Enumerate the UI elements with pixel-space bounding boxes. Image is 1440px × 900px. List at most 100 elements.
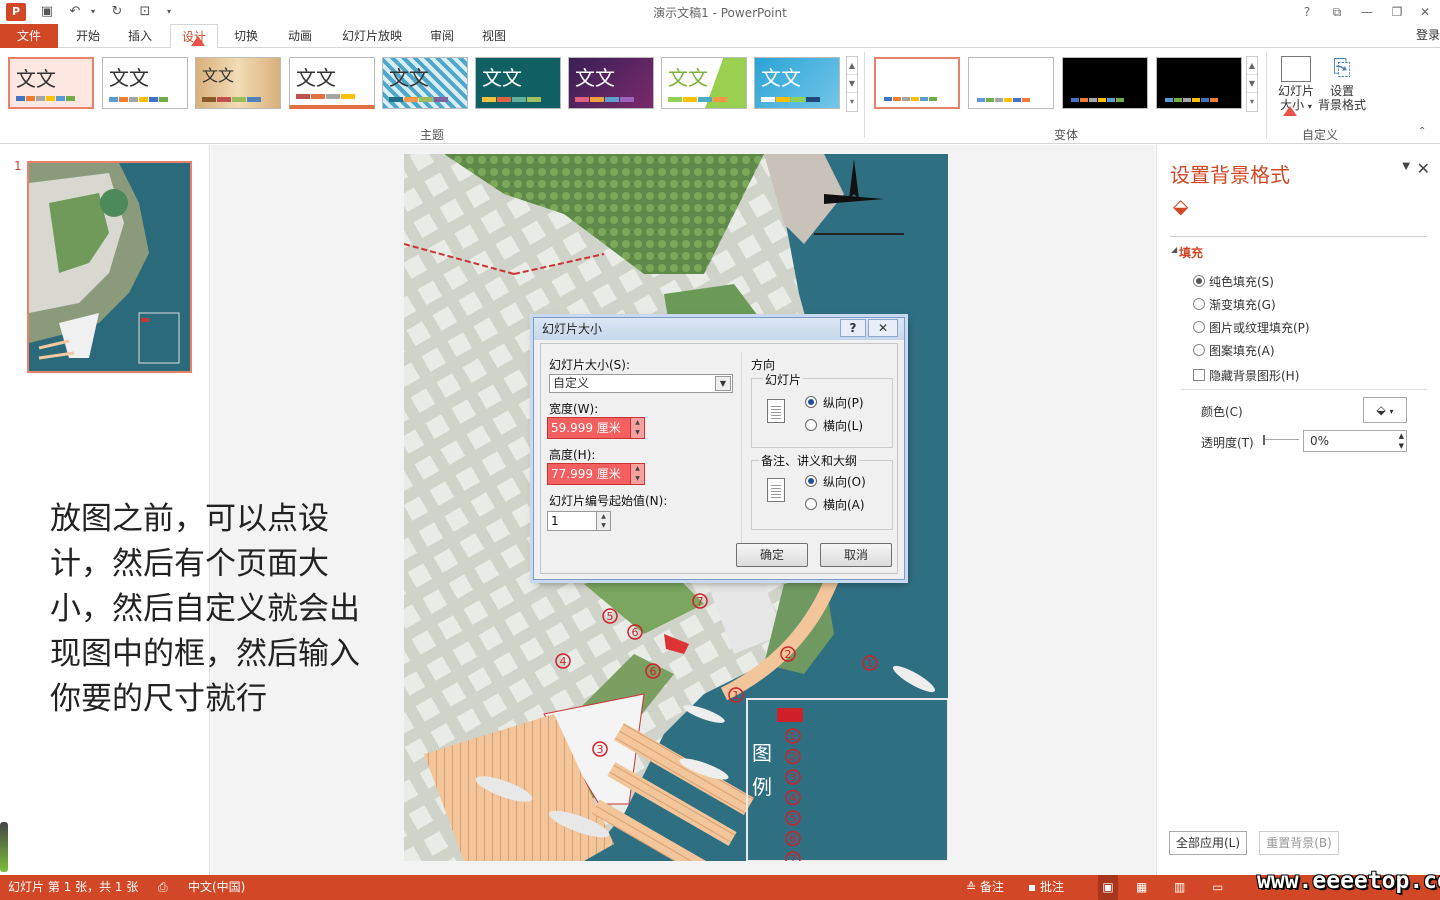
- variants-gallery-scroll[interactable]: ▲ ▼ ▾: [1246, 56, 1258, 112]
- tab-view[interactable]: 视图: [472, 24, 516, 48]
- legend-number-7: 7: [790, 853, 797, 861]
- pane-options-icon[interactable]: ▼: [1402, 161, 1410, 172]
- normal-view-icon[interactable]: ▣: [1098, 875, 1118, 900]
- transparency-stepper-icon[interactable]: ▲ ▼: [1399, 431, 1404, 451]
- slides-landscape-radio[interactable]: 横向(L): [805, 417, 863, 434]
- fill-section-header[interactable]: 填充: [1179, 244, 1203, 261]
- slide-thumbnail[interactable]: [27, 161, 192, 373]
- slide-size-pointer-arrow: [1283, 106, 1297, 116]
- width-label: 宽度(W):: [549, 402, 599, 416]
- theme-3[interactable]: 文文: [195, 57, 281, 109]
- variant-4[interactable]: [1156, 57, 1242, 109]
- width-input[interactable]: 59.999 厘米 ▲ ▼: [547, 417, 645, 439]
- language-status[interactable]: 中文(中国): [188, 875, 245, 900]
- cancel-button[interactable]: 取消: [820, 543, 892, 567]
- picture-fill-radio[interactable]: 图片或纹理填充(P): [1193, 319, 1310, 336]
- tab-transitions[interactable]: 切换: [224, 24, 268, 48]
- notes-landscape-radio[interactable]: 横向(A): [805, 496, 865, 513]
- slide-size-select[interactable]: 自定义 ▼: [549, 374, 733, 393]
- format-background-button[interactable]: ⎘ 设置 背景格式: [1316, 54, 1368, 122]
- transparency-input[interactable]: 0% ▲ ▼: [1303, 430, 1407, 452]
- status-bar: 幻灯片 第 1 张，共 1 张 ⎙ 中文(中国) ≙ 备注 ▪ 批注 ▣ ▦ ▥…: [0, 875, 1440, 900]
- reading-view-icon[interactable]: ▥: [1174, 875, 1185, 900]
- paint-bucket-icon: ⬙: [1376, 403, 1386, 417]
- legend-number-1: 1: [790, 730, 797, 743]
- start-number-value: 1: [551, 514, 559, 528]
- themes-gallery-scroll[interactable]: ▲ ▼ ▾: [846, 56, 858, 112]
- map-marker-3: 3: [597, 743, 604, 756]
- comments-label: 批注: [1039, 880, 1064, 894]
- theme-office[interactable]: 文文: [8, 57, 94, 109]
- spell-check-icon[interactable]: ⎙: [158, 875, 168, 900]
- minimize-icon[interactable]: —: [1356, 2, 1378, 22]
- theme-6[interactable]: 文文: [475, 57, 561, 109]
- variant-2[interactable]: [968, 57, 1054, 109]
- tab-insert[interactable]: 插入: [118, 24, 162, 48]
- apply-to-all-button[interactable]: 全部应用(L): [1169, 831, 1247, 855]
- slides-portrait-radio[interactable]: 纵向(P): [805, 394, 864, 411]
- help-button[interactable]: ?: [1296, 2, 1318, 22]
- solid-fill-radio[interactable]: 纯色填充(S): [1193, 273, 1274, 290]
- gradient-fill-radio[interactable]: 渐变填充(G): [1193, 296, 1276, 313]
- variant-3[interactable]: [1062, 57, 1148, 109]
- theme-preview-text: 文文: [761, 66, 801, 90]
- dialog-close-icon[interactable]: ✕: [868, 319, 898, 337]
- collapse-triangle-icon[interactable]: ◢: [1171, 245, 1177, 254]
- notes-icon: ≙: [966, 880, 977, 894]
- themes-group-label: 主题: [420, 128, 445, 142]
- close-window-icon[interactable]: ✕: [1414, 2, 1436, 22]
- restore-icon[interactable]: ❐: [1386, 2, 1408, 22]
- ribbon-display-icon[interactable]: ⧉: [1326, 2, 1348, 22]
- theme-7[interactable]: 文文: [568, 57, 654, 109]
- reset-background-button[interactable]: 重置背景(B): [1259, 831, 1339, 855]
- start-number-stepper-icon[interactable]: ▲ ▼: [596, 512, 610, 530]
- transparency-slider[interactable]: [1263, 435, 1299, 445]
- tab-review[interactable]: 审阅: [420, 24, 464, 48]
- theme-8[interactable]: 文文: [661, 57, 747, 109]
- tab-file[interactable]: 文件: [0, 24, 58, 48]
- collapse-ribbon-icon[interactable]: ⌃: [1418, 126, 1426, 137]
- variant-1[interactable]: [874, 57, 960, 109]
- chevron-down-icon[interactable]: ▼: [715, 376, 731, 391]
- ok-button[interactable]: 确定: [736, 543, 808, 567]
- pane-close-icon[interactable]: ✕: [1417, 159, 1430, 178]
- pattern-fill-radio[interactable]: 图案填充(A): [1193, 342, 1275, 359]
- sign-in-link[interactable]: 登录: [1416, 26, 1440, 43]
- theme-4[interactable]: 文文: [289, 57, 375, 109]
- start-number-input[interactable]: 1 ▲ ▼: [547, 511, 611, 531]
- tab-animations[interactable]: 动画: [276, 24, 324, 48]
- tab-home[interactable]: 开始: [66, 24, 110, 48]
- scroll-indicator[interactable]: [0, 822, 8, 872]
- tutorial-note-text: 放图之前，可以点设计，然后有个页面大小，然后自定义就会出现图中的框，然后输入你要…: [50, 501, 360, 717]
- slide-size-label: 幻灯片大小(S):: [549, 358, 631, 372]
- notes-toggle[interactable]: ≙ 备注: [966, 875, 1004, 900]
- theme-9[interactable]: 文文: [754, 57, 840, 109]
- color-label: 颜色(C): [1201, 405, 1243, 419]
- theme-preview-text: 文文: [296, 66, 336, 90]
- ribbon-tabs: 文件 开始 插入 设计 切换 动画 幻灯片放映 审阅 视图 登录: [0, 24, 1440, 49]
- slide-sorter-icon[interactable]: ▦: [1136, 875, 1147, 900]
- paint-bucket-icon[interactable]: ⬙: [1173, 194, 1199, 218]
- theme-2[interactable]: 文文: [102, 57, 188, 109]
- notes-group-label: 备注、讲义和大纲: [759, 452, 860, 469]
- height-input[interactable]: 77.999 厘米 ▲ ▼: [547, 463, 645, 485]
- map-marker-6: 6: [632, 626, 639, 639]
- format-background-label-2: 背景格式: [1317, 98, 1366, 112]
- width-stepper-icon[interactable]: ▲ ▼: [630, 418, 644, 438]
- hide-background-checkbox[interactable]: 隐藏背景图形(H): [1193, 367, 1299, 384]
- comments-toggle[interactable]: ▪ 批注: [1028, 875, 1064, 900]
- theme-5[interactable]: 文文: [382, 57, 468, 109]
- slideshow-view-icon[interactable]: ▭: [1212, 875, 1223, 900]
- legend-title-2: 例: [752, 775, 772, 799]
- design-tab-pointer-arrow: [191, 36, 205, 46]
- notes-portrait-radio[interactable]: 纵向(O): [805, 473, 866, 490]
- transparency-label: 透明度(T): [1201, 436, 1254, 450]
- variants-group-label: 变体: [1054, 128, 1079, 142]
- theme-preview-text: 文文: [575, 66, 615, 90]
- dialog-help-button[interactable]: ?: [840, 319, 866, 337]
- tab-slideshow[interactable]: 幻灯片放映: [332, 24, 412, 48]
- legend-number-4: 4: [790, 792, 797, 805]
- height-stepper-icon[interactable]: ▲ ▼: [630, 464, 644, 484]
- dialog-body: 幻灯片大小(S): 自定义 ▼ 宽度(W): 59.999 厘米 ▲ ▼ 高度(H…: [540, 343, 898, 574]
- color-picker-button[interactable]: ⬙ ▾: [1363, 397, 1407, 423]
